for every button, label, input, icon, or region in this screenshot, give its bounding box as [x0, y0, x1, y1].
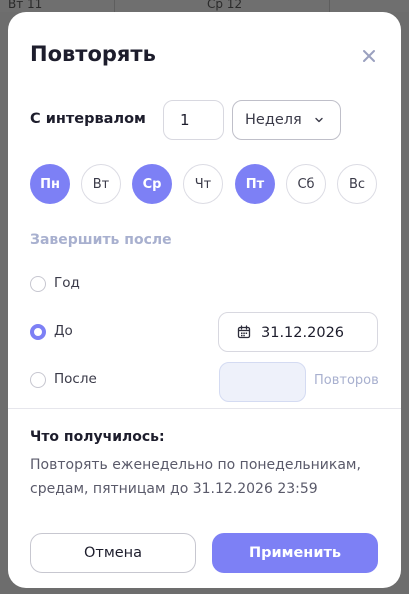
dialog-title: Повторять	[30, 42, 156, 66]
repeat-dialog: Повторять С интервалом Неделя Пн Вт Ср Ч…	[8, 12, 401, 588]
day-label: Чт	[194, 176, 212, 192]
end-date-value: 31.12.2026	[261, 325, 345, 341]
apply-button[interactable]: Применить	[212, 533, 378, 573]
interval-value-input[interactable]	[163, 100, 224, 140]
cancel-button-label: Отмена	[83, 545, 143, 561]
calendar-column-header: Ср 12	[115, 0, 330, 12]
day-label: Вс	[348, 176, 366, 192]
finish-radio-year[interactable]	[30, 276, 46, 292]
section-divider	[8, 408, 401, 409]
day-toggle-fri[interactable]: Пт	[235, 164, 275, 204]
calendar-column-label: Вт 11	[8, 0, 43, 11]
day-toggle-tue[interactable]: Вт	[81, 164, 121, 204]
day-label: Ср	[142, 176, 162, 192]
result-summary: Повторять еженедельно по понедельникам, …	[30, 457, 361, 497]
day-label: Вт	[92, 176, 110, 192]
close-button[interactable]	[358, 45, 380, 67]
day-toggle-mon[interactable]: Пн	[30, 164, 70, 204]
interval-label: С интервалом	[30, 111, 146, 127]
close-icon	[363, 50, 375, 62]
calendar-backdrop: Вт 11 Ср 12	[0, 0, 409, 12]
finish-radio-after[interactable]	[30, 372, 46, 388]
calendar-column-header: Вт 11	[0, 0, 115, 12]
calendar-column-label: Ср 12	[207, 0, 243, 11]
day-toggle-thu[interactable]: Чт	[183, 164, 223, 204]
interval-unit-value: Неделя	[245, 112, 302, 128]
end-date-field[interactable]: 31.12.2026	[218, 312, 378, 352]
day-label: Пт	[245, 176, 265, 192]
day-label: Пн	[40, 176, 60, 192]
day-label: Сб	[297, 176, 315, 192]
finish-section-label: Завершить после	[30, 232, 172, 248]
result-title: Что получилось:	[30, 429, 165, 445]
finish-option-label: Год	[54, 275, 80, 291]
repetitions-label: Повторов	[314, 373, 379, 388]
finish-radio-until[interactable]	[30, 324, 46, 340]
repetitions-input[interactable]	[219, 362, 306, 402]
interval-unit-select[interactable]: Неделя	[232, 100, 341, 140]
finish-option-label: После	[54, 371, 97, 387]
calendar-icon	[237, 325, 251, 339]
chevron-down-icon	[315, 117, 323, 123]
cancel-button[interactable]: Отмена	[30, 533, 196, 573]
finish-option-label: До	[54, 323, 73, 339]
apply-button-label: Применить	[248, 545, 342, 561]
day-toggle-sat[interactable]: Сб	[286, 164, 326, 204]
day-toggle-wed[interactable]: Ср	[132, 164, 172, 204]
day-toggle-sun[interactable]: Вс	[337, 164, 377, 204]
